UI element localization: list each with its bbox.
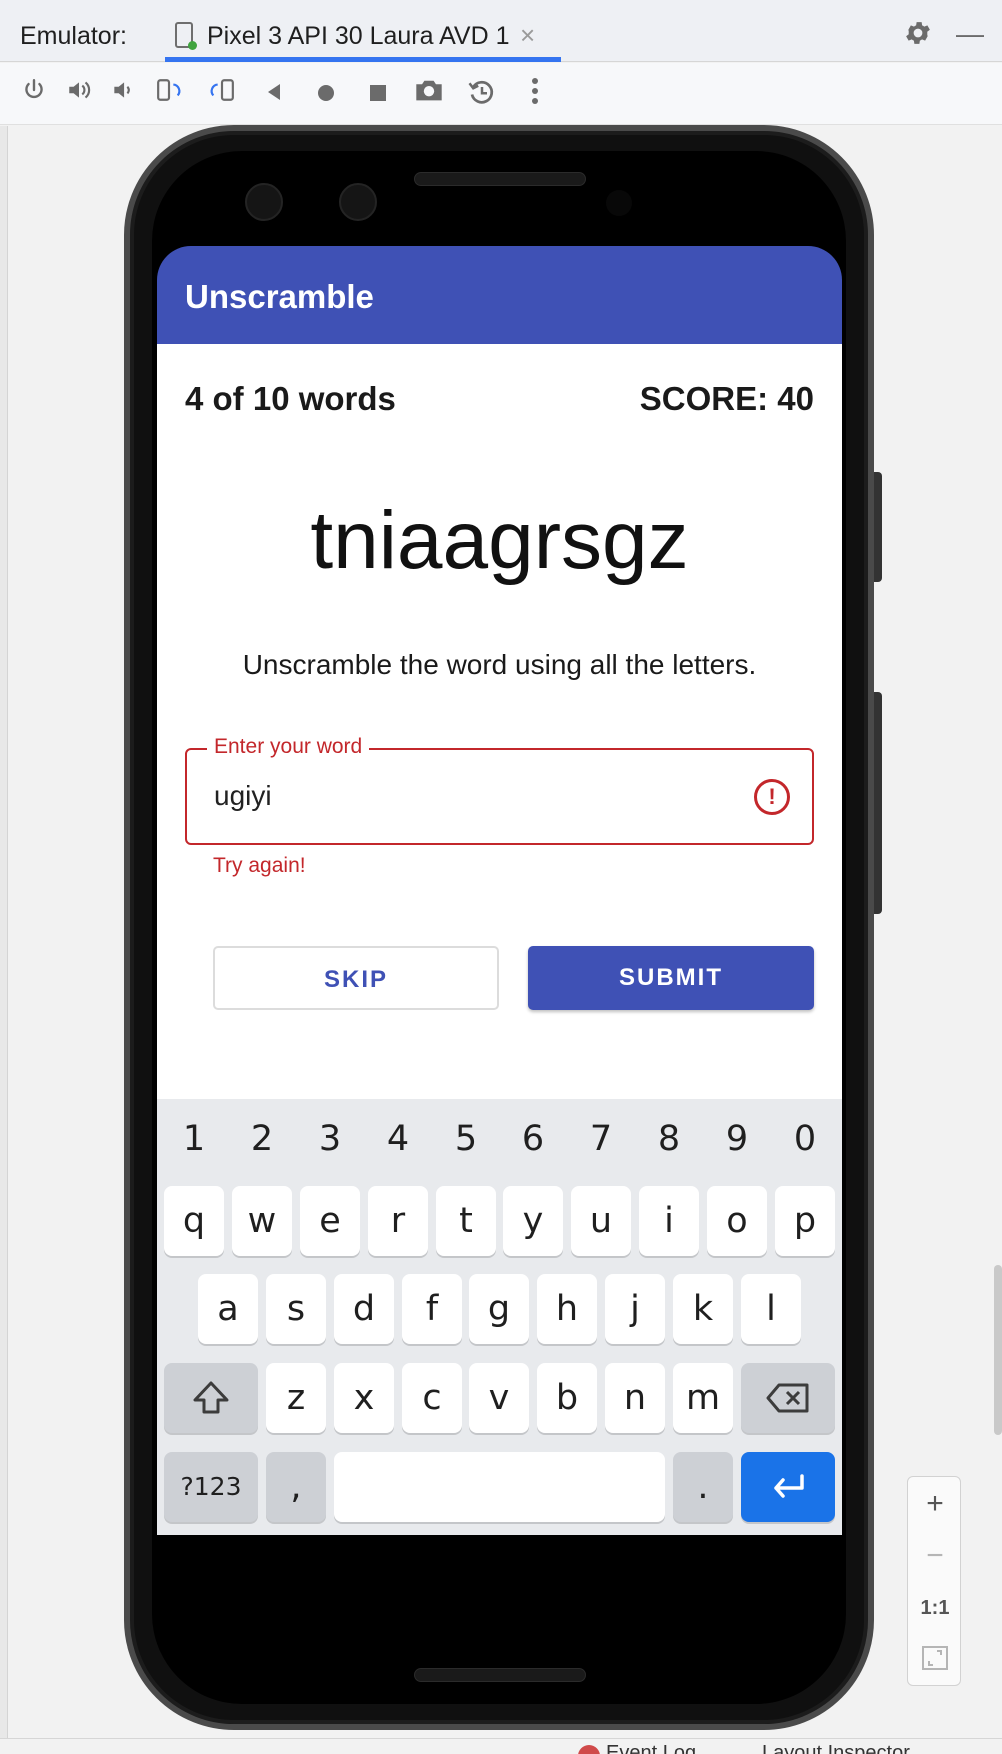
device-tab-title: Pixel 3 API 30 Laura AVD 1: [207, 22, 510, 50]
key-comma[interactable]: ,: [266, 1452, 326, 1522]
proximity-sensor: [606, 190, 632, 216]
key-u[interactable]: u: [571, 1186, 631, 1256]
key-f[interactable]: f: [402, 1274, 462, 1344]
layout-inspector-link[interactable]: Layout Inspector: [762, 1742, 910, 1754]
zoom-controls: + − 1:1: [907, 1476, 961, 1686]
power-side-button: [874, 472, 882, 582]
key-n[interactable]: n: [605, 1363, 665, 1433]
app-bar: Unscramble: [157, 246, 842, 344]
close-tab-icon[interactable]: ×: [520, 20, 535, 51]
back-icon[interactable]: [257, 77, 291, 111]
key-1[interactable]: 1: [162, 1109, 226, 1169]
key-r[interactable]: r: [368, 1186, 428, 1256]
emulator-tab-bar: Emulator: Pixel 3 API 30 Laura AVD 1 × —: [0, 0, 1002, 62]
device-screen: Unscramble 4 of 10 words SCORE: 40 tniaa…: [157, 246, 842, 1620]
score: SCORE: 40: [639, 380, 814, 417]
key-q[interactable]: q: [164, 1186, 224, 1256]
key-x[interactable]: x: [334, 1363, 394, 1433]
symbols-key[interactable]: ?123: [164, 1452, 258, 1522]
home-icon[interactable]: [309, 77, 343, 111]
key-h[interactable]: h: [537, 1274, 597, 1344]
key-k[interactable]: k: [673, 1274, 733, 1344]
ide-status-bar: Event Log Layout Inspector: [0, 1738, 1002, 1754]
app-title: Unscramble: [185, 278, 374, 315]
volume-up-icon[interactable]: [62, 77, 96, 111]
rotate-right-icon[interactable]: [205, 77, 239, 111]
emulator-toolbar: [0, 63, 1002, 125]
gear-icon[interactable]: [903, 18, 933, 55]
rotate-left-icon[interactable]: [152, 77, 186, 111]
key-p[interactable]: p: [775, 1186, 835, 1256]
key-3[interactable]: 3: [298, 1109, 362, 1169]
key-period[interactable]: .: [673, 1452, 733, 1522]
key-m[interactable]: m: [673, 1363, 733, 1433]
more-vert-icon[interactable]: [518, 77, 552, 111]
submit-button[interactable]: SUBMIT: [528, 946, 814, 1010]
key-y[interactable]: y: [503, 1186, 563, 1256]
key-i[interactable]: i: [639, 1186, 699, 1256]
bottom-speaker: [414, 1668, 586, 1682]
camera-icon[interactable]: [412, 77, 446, 111]
key-j[interactable]: j: [605, 1274, 665, 1344]
key-o[interactable]: o: [707, 1186, 767, 1256]
event-log-link[interactable]: Event Log: [606, 1742, 696, 1754]
enter-icon[interactable]: [741, 1452, 835, 1522]
fit-screen-icon[interactable]: [908, 1645, 962, 1679]
left-gutter: [0, 126, 8, 1754]
key-d[interactable]: d: [334, 1274, 394, 1344]
word-input[interactable]: [214, 780, 714, 812]
shift-icon[interactable]: [164, 1363, 258, 1433]
volume-down-icon[interactable]: [106, 77, 140, 111]
minimize-icon[interactable]: —: [956, 18, 984, 50]
key-9[interactable]: 9: [705, 1109, 769, 1169]
overview-icon[interactable]: [361, 77, 395, 111]
key-t[interactable]: t: [436, 1186, 496, 1256]
scrollbar-thumb[interactable]: [994, 1265, 1002, 1435]
key-0[interactable]: 0: [773, 1109, 837, 1169]
key-v[interactable]: v: [469, 1363, 529, 1433]
zoom-in-button[interactable]: +: [908, 1487, 962, 1521]
key-a[interactable]: a: [198, 1274, 258, 1344]
front-camera-right: [339, 183, 377, 221]
key-2[interactable]: 2: [230, 1109, 294, 1169]
key-5[interactable]: 5: [434, 1109, 498, 1169]
game-content: 4 of 10 words SCORE: 40 tniaagrsgz Unscr…: [157, 344, 842, 1099]
key-l[interactable]: l: [741, 1274, 801, 1344]
error-badge-icon: [578, 1745, 600, 1754]
key-e[interactable]: e: [300, 1186, 360, 1256]
front-camera-left: [245, 183, 283, 221]
key-g[interactable]: g: [469, 1274, 529, 1344]
zoom-out-button[interactable]: −: [908, 1539, 962, 1573]
emulator-panel-label: Emulator:: [20, 22, 127, 50]
zoom-actual-size-button[interactable]: 1:1: [908, 1597, 962, 1620]
error-icon: !: [754, 779, 790, 815]
key-z[interactable]: z: [266, 1363, 326, 1433]
device-icon: [175, 22, 197, 50]
key-b[interactable]: b: [537, 1363, 597, 1433]
power-icon[interactable]: [17, 77, 51, 111]
backspace-icon[interactable]: [741, 1363, 835, 1433]
error-helper-text: Try again!: [213, 854, 306, 877]
key-6[interactable]: 6: [501, 1109, 565, 1169]
soft-keyboard: 1 2 3 4 5 6 7 8 9 0 q w e r t y u i o p …: [157, 1099, 842, 1535]
device-tab[interactable]: Pixel 3 API 30 Laura AVD 1 ×: [165, 10, 561, 62]
skip-button[interactable]: SKIP: [213, 946, 499, 1010]
key-4[interactable]: 4: [366, 1109, 430, 1169]
key-c[interactable]: c: [402, 1363, 462, 1433]
instructions-text: Unscramble the word using all the letter…: [242, 649, 757, 680]
key-s[interactable]: s: [266, 1274, 326, 1344]
key-8[interactable]: 8: [637, 1109, 701, 1169]
navigation-bar-area: [157, 1535, 842, 1620]
top-speaker: [414, 172, 586, 186]
word-count: 4 of 10 words: [185, 380, 396, 417]
snapshot-icon[interactable]: [465, 77, 499, 111]
word-input-label: Enter your word: [207, 735, 370, 759]
word-input-field[interactable]: Enter your word !: [185, 735, 814, 845]
space-key[interactable]: [334, 1452, 665, 1522]
active-tab-indicator: [165, 57, 561, 62]
scrambled-word: tniaagrsgz: [310, 495, 689, 586]
volume-side-button: [874, 692, 882, 914]
key-7[interactable]: 7: [569, 1109, 633, 1169]
key-w[interactable]: w: [232, 1186, 292, 1256]
